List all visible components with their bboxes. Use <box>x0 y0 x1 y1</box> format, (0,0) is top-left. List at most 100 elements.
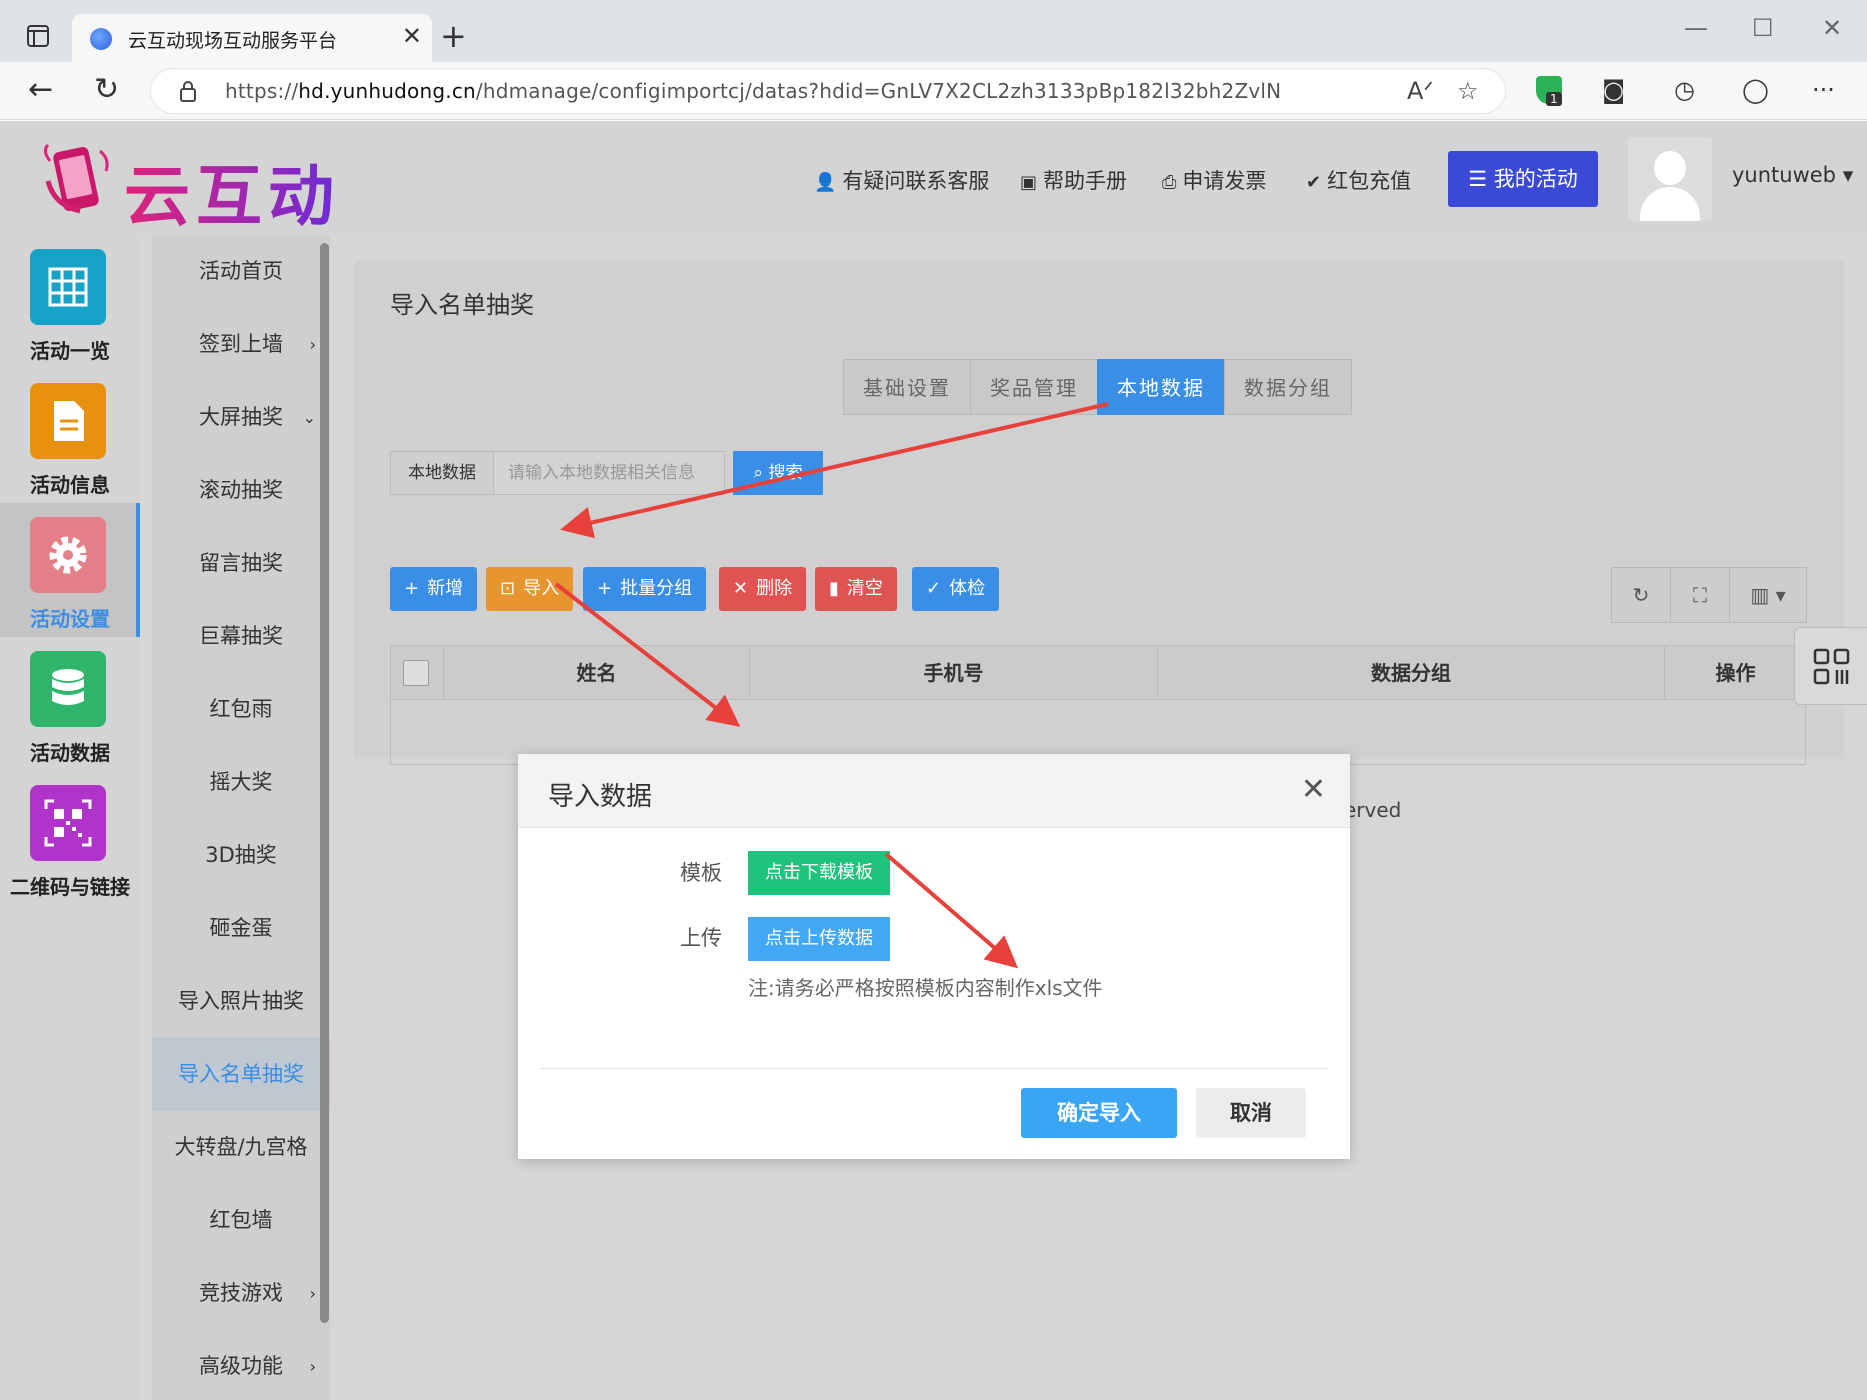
rail-item-activity-info[interactable]: 活动信息 <box>0 369 140 503</box>
lock-icon <box>180 81 196 102</box>
avatar[interactable] <box>1628 137 1712 221</box>
rail-label: 活动信息 <box>30 473 110 497</box>
window-close-icon[interactable]: ✕ <box>1822 14 1842 42</box>
layout-grid-icon[interactable] <box>1794 627 1867 705</box>
rail-label: 二维码与链接 <box>10 875 130 899</box>
upload-data-button[interactable]: 点击上传数据 <box>748 917 890 961</box>
batch-group-button[interactable]: + 批量分组 <box>583 567 707 611</box>
avatar-body-shape <box>1640 187 1700 221</box>
list-icon: ☰ <box>1468 167 1494 191</box>
help-manual-link[interactable]: ▣ 帮助手册 <box>1020 165 1127 195</box>
download-template-button[interactable]: 点击下载模板 <box>748 851 890 895</box>
submenu-item[interactable]: 滚动抽奖 <box>152 454 330 527</box>
fullscreen-icon[interactable]: ⛶ <box>1670 567 1730 623</box>
extension-icon[interactable]: ◙ <box>1602 76 1625 104</box>
search-button-label: 搜索 <box>768 463 803 483</box>
modal-header: 导入数据 ✕ <box>518 754 1350 828</box>
read-aloud-icon[interactable]: Aᐟ <box>1407 77 1434 105</box>
more-menu-icon[interactable]: ··· <box>1812 76 1835 104</box>
rail-item-qrcode-links[interactable]: 二维码与链接 <box>0 771 140 905</box>
rail-label: 活动一览 <box>30 339 110 363</box>
column-data-group[interactable]: 数据分组 <box>1158 646 1665 700</box>
submenu-item[interactable]: 砸金蛋 <box>152 892 330 965</box>
tab-close-icon[interactable]: ✕ <box>402 22 422 50</box>
grid-icon <box>30 249 106 325</box>
submenu-scrollbar[interactable] <box>320 243 329 1323</box>
new-tab-icon[interactable]: + <box>440 18 467 54</box>
select-all-checkbox[interactable] <box>403 660 429 686</box>
submenu-label: 滚动抽奖 <box>199 478 283 502</box>
url-domain: hd.yunhudong.cn <box>298 79 476 103</box>
back-arrow-icon[interactable]: ← <box>28 72 53 107</box>
table-header: 姓名 手机号 数据分组 操作 <box>391 646 1805 700</box>
search-input[interactable]: 请输入本地数据相关信息 <box>493 451 725 495</box>
close-icon[interactable]: ✕ <box>1301 772 1326 807</box>
submenu-item-active[interactable]: 导入名单抽奖 <box>152 1038 330 1111</box>
submenu-item[interactable]: 竞技游戏 › <box>152 1257 330 1330</box>
url-text[interactable]: https://hd.yunhudong.cn/hdmanage/configi… <box>225 79 1281 103</box>
submenu-item[interactable]: 红包墙 <box>152 1184 330 1257</box>
my-activity-label: 我的活动 <box>1493 167 1578 191</box>
minimize-icon[interactable]: — <box>1684 14 1708 42</box>
address-bar[interactable]: https://hd.yunhudong.cn/hdmanage/configi… <box>150 68 1506 114</box>
my-activity-button[interactable]: ☰ 我的活动 <box>1448 151 1598 207</box>
favorite-star-icon[interactable]: ☆ <box>1457 77 1479 105</box>
tab-actions-icon[interactable] <box>18 20 58 52</box>
delete-button[interactable]: ✕ 删除 <box>719 567 807 611</box>
submenu-item[interactable]: 3D抽奖 <box>152 819 330 892</box>
submenu-item[interactable]: 留言抽奖 <box>152 527 330 600</box>
username-label: yuntuweb <box>1732 163 1837 187</box>
tab-prize-management[interactable]: 奖品管理 <box>970 359 1098 415</box>
submenu-item[interactable]: 大转盘/九宫格 <box>152 1111 330 1184</box>
format-note: 注:请务必严格按照模板内容制作xls文件 <box>748 976 1103 1000</box>
clear-button[interactable]: ▮ 清空 <box>815 567 897 611</box>
submenu-item[interactable]: 活动首页 <box>152 235 330 308</box>
add-button[interactable]: + 新增 <box>390 567 478 611</box>
rail-item-activity-list[interactable]: 活动一览 <box>0 235 140 369</box>
submenu-label: 摇大奖 <box>209 770 273 794</box>
maximize-icon[interactable]: ☐ <box>1752 14 1774 42</box>
submenu-item[interactable]: 大屏抽奖 ⌄ <box>152 381 330 454</box>
submenu-label: 留言抽奖 <box>199 551 283 575</box>
history-icon[interactable]: ◷ <box>1674 76 1695 104</box>
submenu-label: 高级功能 <box>199 1354 283 1378</box>
tab-data-groups[interactable]: 数据分组 <box>1224 359 1352 415</box>
data-table: 姓名 手机号 数据分组 操作 <box>390 645 1806 765</box>
shield-check-icon: ✔ <box>1306 172 1322 193</box>
rail-label: 活动数据 <box>30 741 110 765</box>
confirm-import-button[interactable]: 确定导入 <box>1021 1088 1177 1138</box>
column-phone[interactable]: 手机号 <box>750 646 1158 700</box>
plus-icon: + <box>404 578 420 599</box>
cancel-button[interactable]: 取消 <box>1196 1088 1306 1138</box>
submenu-item[interactable]: 签到上墙 › <box>152 308 330 381</box>
username-dropdown[interactable]: yuntuweb ▾ <box>1732 163 1853 187</box>
search-button[interactable]: ⌕ 搜索 <box>733 451 823 495</box>
import-button[interactable]: ⊡ 导入 <box>486 567 574 611</box>
browser-tab[interactable]: 云互动现场互动服务平台 ✕ <box>72 14 432 62</box>
submenu-item[interactable]: 摇大奖 <box>152 746 330 819</box>
rail-item-activity-settings[interactable]: 活动设置 <box>0 503 140 637</box>
upload-label: 上传 <box>680 926 722 950</box>
column-name[interactable]: 姓名 <box>444 646 750 700</box>
app-root: 云互动 👤 有疑问联系客服 ▣ 帮助手册 ⎙ 申请发票 ✔ 红包充值 ☰ 我的活动 yu… <box>0 121 1867 1400</box>
check-button[interactable]: ✓ 体检 <box>912 567 1000 611</box>
recharge-label: 红包充值 <box>1327 169 1412 193</box>
refresh-icon[interactable]: ↻ <box>1611 567 1671 623</box>
icon-rail: 活动一览 活动信息 活动设置 活动数据 二维码与链接 <box>0 235 140 1400</box>
refresh-icon[interactable]: ↻ <box>94 72 119 107</box>
submenu-item[interactable]: 红包雨 <box>152 673 330 746</box>
recharge-link[interactable]: ✔ 红包充值 <box>1306 165 1411 195</box>
tab-basic-settings[interactable]: 基础设置 <box>843 359 971 415</box>
submenu-item[interactable]: 巨幕抽奖 <box>152 600 330 673</box>
rail-item-activity-data[interactable]: 活动数据 <box>0 637 140 771</box>
add-button-label: 新增 <box>427 578 464 599</box>
profile-icon[interactable]: ◯ <box>1742 76 1769 104</box>
logo-text[interactable]: 云互动 <box>124 143 340 239</box>
submenu-label: 竞技游戏 <box>199 1281 283 1305</box>
submenu-item[interactable]: 导入照片抽奖 <box>152 965 330 1038</box>
invoice-link[interactable]: ⎙ 申请发票 <box>1162 165 1266 195</box>
contact-support-link[interactable]: 👤 有疑问联系客服 <box>814 165 989 195</box>
tab-local-data[interactable]: 本地数据 <box>1097 359 1225 415</box>
columns-toggle-icon[interactable]: ▥ ▾ <box>1729 567 1807 623</box>
submenu-item[interactable]: 高级功能 › <box>152 1330 330 1400</box>
